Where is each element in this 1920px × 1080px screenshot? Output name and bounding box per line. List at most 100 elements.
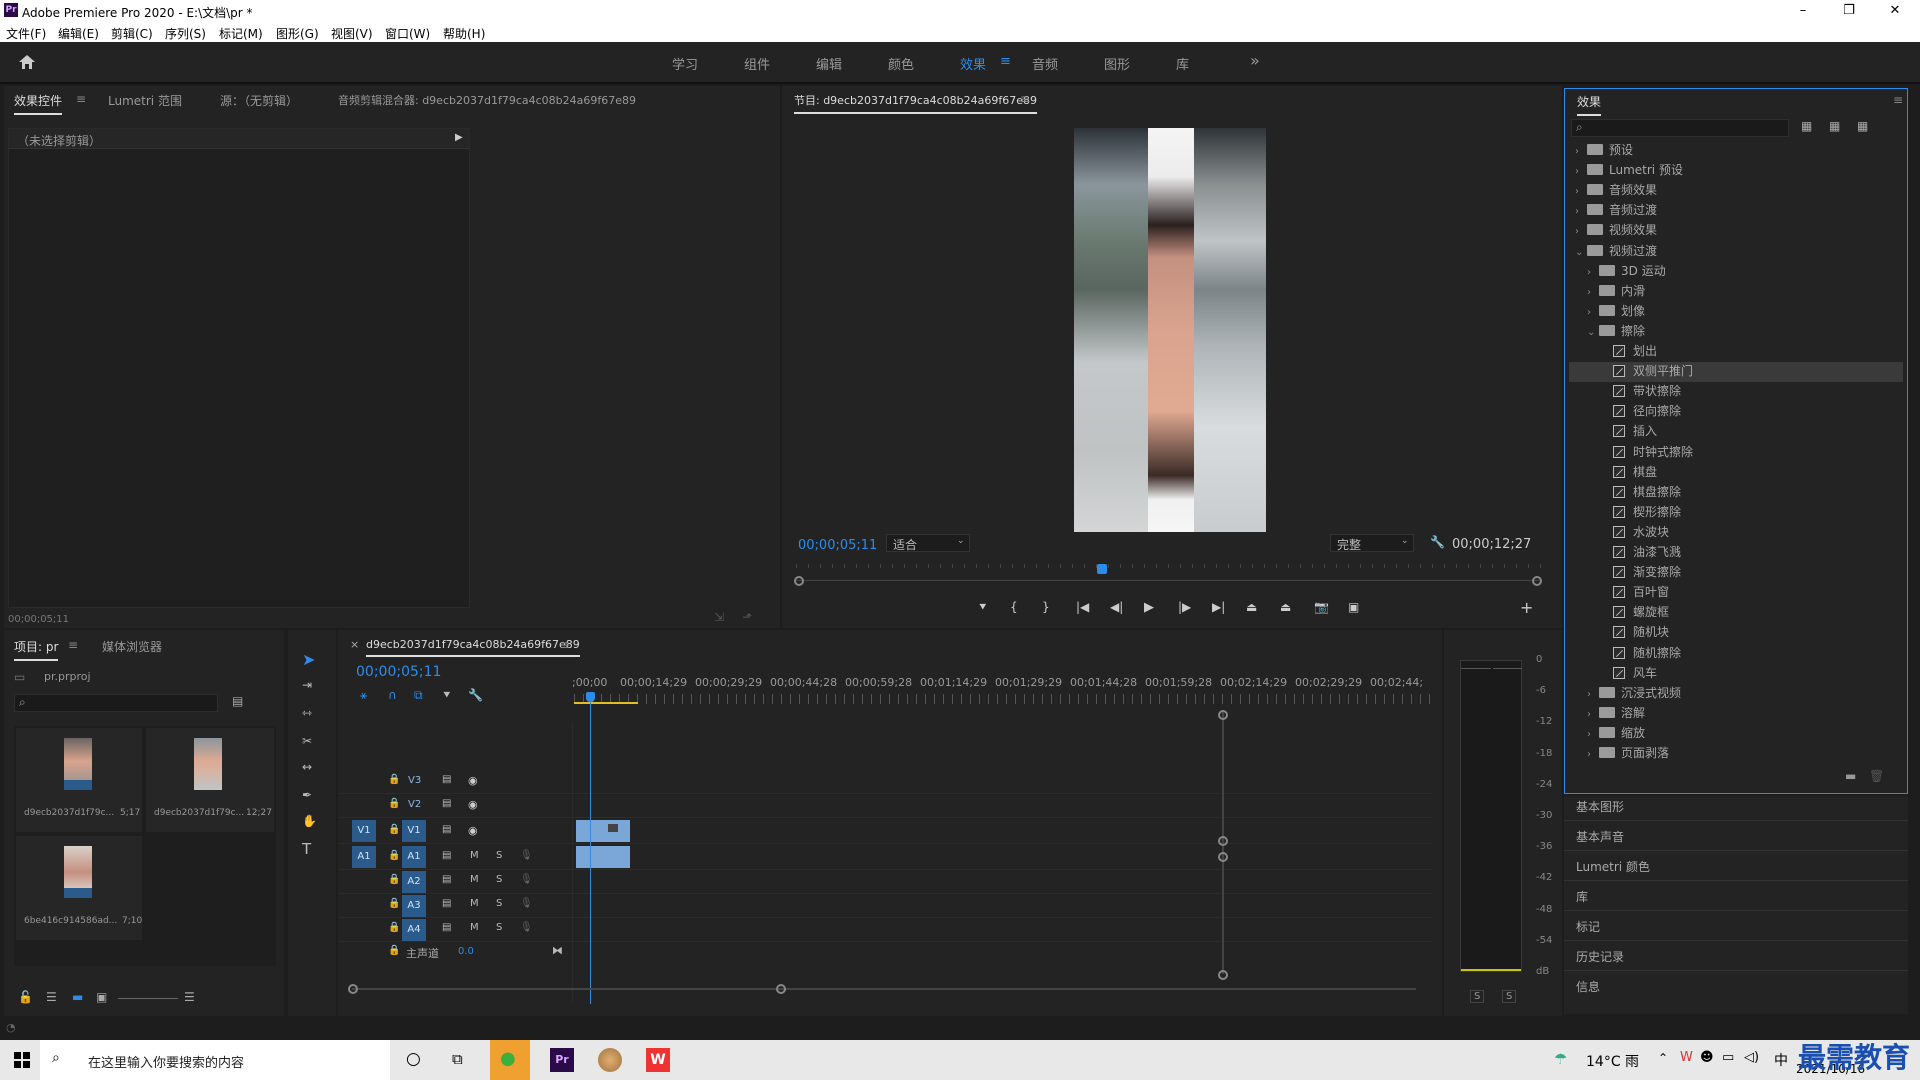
- ime-indicator[interactable]: 中: [1774, 1050, 1788, 1070]
- list-item[interactable]: 6be416c914586ad... 7;10: [16, 836, 142, 940]
- workspace-color[interactable]: 颜色: [888, 54, 914, 73]
- effect-item[interactable]: 带状擦除: [1569, 382, 1903, 402]
- sync-lock-icon[interactable]: ▤: [442, 922, 451, 933]
- effects-folder[interactable]: › Lumetri 预设: [1569, 161, 1903, 181]
- effects-folder[interactable]: › 溶解: [1569, 704, 1903, 724]
- chevron-down-icon[interactable]: ⌄: [1575, 247, 1587, 258]
- effect-item[interactable]: 双侧平推门: [1569, 362, 1903, 383]
- sync-lock-icon[interactable]: ▤: [442, 824, 451, 835]
- panel-libraries[interactable]: 库: [1576, 888, 1588, 905]
- sync-lock-icon[interactable]: ▤: [442, 774, 451, 785]
- effect-item[interactable]: 随机块: [1569, 623, 1903, 643]
- effect-item[interactable]: 水波块: [1569, 523, 1903, 543]
- tab-source[interactable]: 源：（无剪辑）: [220, 92, 298, 109]
- workspace-graphics[interactable]: 图形: [1104, 54, 1130, 73]
- track-label[interactable]: V1: [402, 820, 426, 842]
- menu-help[interactable]: 帮助(H): [443, 25, 485, 42]
- lock-icon[interactable]: 🔒: [388, 774, 400, 785]
- taskbar-search-input[interactable]: ⌕ 在这里输入你要搜索的内容: [40, 1040, 390, 1080]
- nest-icon[interactable]: ⚹: [360, 688, 367, 703]
- panel-markers[interactable]: 标记: [1576, 918, 1600, 935]
- menu-window[interactable]: 窗口(W): [385, 25, 430, 42]
- go-to-out-icon[interactable]: ▶|: [1212, 600, 1225, 614]
- step-back-icon[interactable]: ◀|: [1110, 600, 1123, 614]
- maximize-button[interactable]: ❐: [1826, 0, 1872, 22]
- audio-clip[interactable]: [602, 846, 630, 868]
- filter-icon[interactable]: ⇲: [714, 610, 724, 624]
- go-to-in-icon[interactable]: |◀: [1076, 600, 1089, 614]
- chevron-right-icon[interactable]: ›: [1587, 749, 1599, 760]
- chevron-right-icon[interactable]: ›: [1575, 166, 1587, 177]
- menu-file[interactable]: 文件(F): [6, 25, 46, 42]
- scrub-start-handle[interactable]: [794, 576, 804, 586]
- list-item[interactable]: d9ecb2037d1f79c... 12;27: [146, 728, 274, 832]
- mark-out-icon[interactable]: }: [1042, 600, 1050, 614]
- effects-folder[interactable]: › 音频效果: [1569, 181, 1903, 201]
- program-current-timecode[interactable]: 00;00;05;11: [798, 538, 877, 553]
- effect-item[interactable]: 时钟式擦除: [1569, 443, 1903, 463]
- effects-folder[interactable]: ⌄ 视频过渡: [1569, 242, 1903, 262]
- tab-media-browser[interactable]: 媒体浏览器: [102, 638, 162, 655]
- lock-icon[interactable]: 🔓: [18, 990, 33, 1004]
- panel-history[interactable]: 历史记录: [1576, 948, 1624, 965]
- chevron-right-icon[interactable]: ›: [1575, 206, 1587, 217]
- workspace-editing[interactable]: 编辑: [816, 54, 842, 73]
- 32bit-effects-icon[interactable]: ▦: [1829, 119, 1840, 133]
- vscroll-handle[interactable]: [1218, 836, 1228, 846]
- workspace-learn[interactable]: 学习: [672, 54, 698, 73]
- panel-info[interactable]: 信息: [1576, 978, 1600, 995]
- track-select-tool-icon[interactable]: ⇥: [302, 678, 312, 692]
- slip-tool-icon[interactable]: ↔: [302, 760, 312, 774]
- menu-graphics[interactable]: 图形(G): [276, 25, 319, 42]
- wrench-icon[interactable]: 🔧: [1430, 535, 1445, 549]
- lock-icon[interactable]: 🔒: [388, 898, 400, 909]
- mute-button[interactable]: M: [470, 850, 479, 861]
- menu-edit[interactable]: 编辑(E): [58, 25, 99, 42]
- effect-item[interactable]: 棋盘擦除: [1569, 483, 1903, 503]
- new-search-bin-icon[interactable]: ▤: [232, 694, 243, 708]
- weather-text[interactable]: 14°C 雨: [1586, 1051, 1639, 1071]
- lock-icon[interactable]: 🔒: [388, 922, 400, 933]
- solo-button[interactable]: S: [496, 874, 502, 885]
- step-forward-icon[interactable]: |▶: [1178, 600, 1191, 614]
- chevron-right-icon[interactable]: ›: [1587, 709, 1599, 720]
- track-label[interactable]: V3: [408, 775, 421, 786]
- network-icon[interactable]: ▭: [1722, 1050, 1734, 1065]
- compare-view-icon[interactable]: ▣: [1348, 600, 1359, 614]
- panel-essential-graphics[interactable]: 基本图形: [1576, 798, 1624, 815]
- premiere-taskbar-icon[interactable]: Pr: [550, 1048, 574, 1072]
- menu-view[interactable]: 视图(V): [331, 25, 373, 42]
- vscroll-handle[interactable]: [1218, 710, 1228, 720]
- chevron-right-icon[interactable]: ›: [1587, 287, 1599, 298]
- timeline-playhead[interactable]: [590, 694, 591, 1004]
- mute-button[interactable]: M: [470, 874, 479, 885]
- wechat-icon[interactable]: ●: [490, 1040, 530, 1080]
- vscroll-handle[interactable]: [1218, 970, 1228, 980]
- solo-right-button[interactable]: S: [1502, 990, 1517, 1003]
- audio-clip[interactable]: [576, 846, 602, 868]
- effects-folder[interactable]: › 沉浸式视频: [1569, 684, 1903, 704]
- type-tool-icon[interactable]: T: [302, 840, 311, 858]
- lock-icon[interactable]: 🔒: [388, 798, 400, 809]
- zoom-slider[interactable]: [118, 998, 178, 999]
- timeline-ruler[interactable]: ;00;00 00;00;14;29 00;00;29;29 00;00;44;…: [572, 676, 1362, 690]
- mute-button[interactable]: M: [470, 898, 479, 909]
- workspace-audio[interactable]: 音频: [1032, 54, 1058, 73]
- cortana-icon[interactable]: ○: [406, 1049, 421, 1069]
- chevron-right-icon[interactable]: ›: [1587, 729, 1599, 740]
- mute-button[interactable]: M: [470, 922, 479, 933]
- accelerated-effects-icon[interactable]: ▦: [1801, 119, 1812, 133]
- task-view-icon[interactable]: ⧉: [452, 1050, 463, 1068]
- ripple-edit-tool-icon[interactable]: ⇿: [302, 706, 312, 720]
- play-icon[interactable]: ▶: [1144, 600, 1154, 615]
- effects-search-input[interactable]: ⌕: [1571, 119, 1789, 137]
- program-playhead[interactable]: [1096, 564, 1107, 574]
- weather-icon[interactable]: ☂: [1554, 1050, 1567, 1068]
- delete-icon[interactable]: 🗑: [1869, 769, 1884, 783]
- selection-tool-icon[interactable]: ➤: [302, 650, 315, 669]
- chevron-right-icon[interactable]: ›: [1587, 689, 1599, 700]
- panel-lumetri-color[interactable]: Lumetri 颜色: [1576, 858, 1650, 875]
- chevron-right-icon[interactable]: ›: [1587, 307, 1599, 318]
- effects-folder[interactable]: › 内滑: [1569, 282, 1903, 302]
- effect-item[interactable]: 百叶窗: [1569, 583, 1903, 603]
